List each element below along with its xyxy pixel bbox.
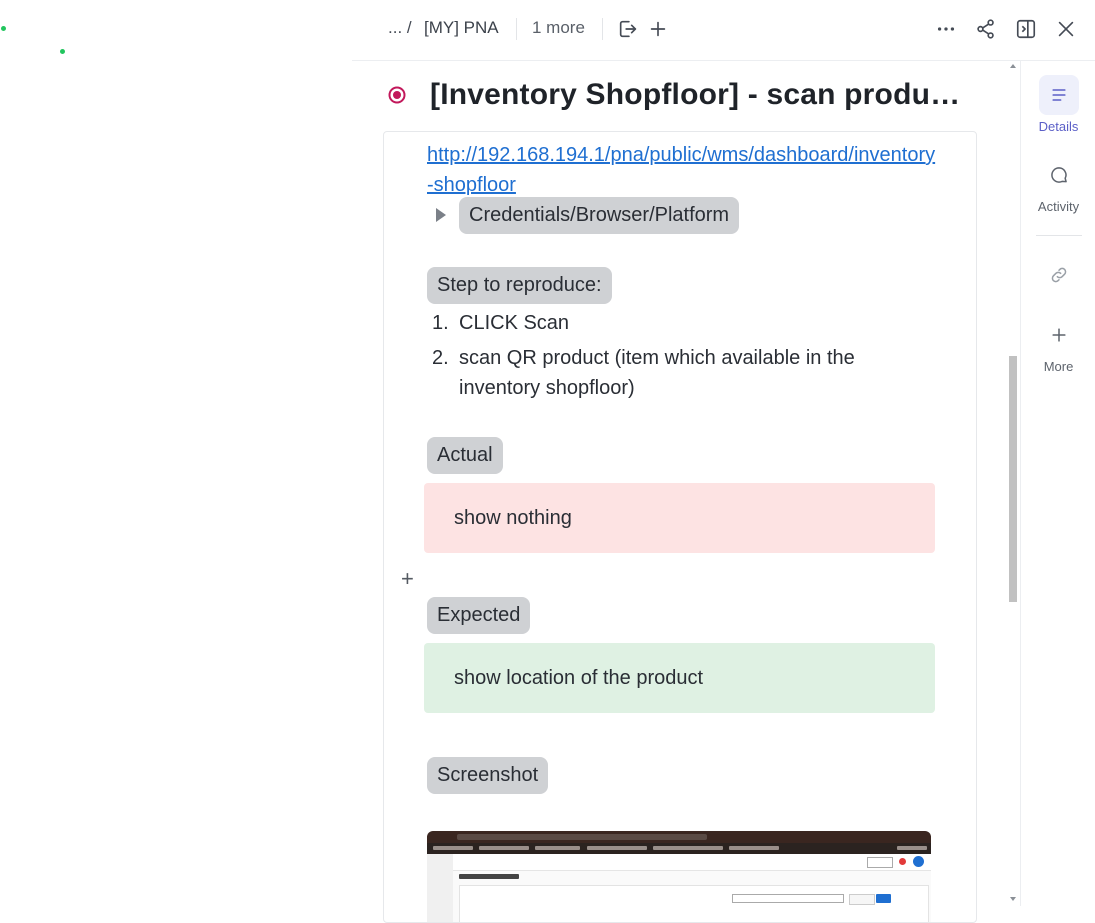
split-view-icon[interactable] (1013, 16, 1039, 42)
screenshot-image[interactable] (427, 831, 931, 922)
breadcrumb-ellipsis[interactable]: ... / (388, 18, 412, 38)
actual-heading: Actual (427, 437, 503, 474)
thumb-sidebar (427, 854, 453, 922)
rail-activity[interactable]: Activity (1021, 155, 1095, 214)
rail-links[interactable] (1021, 255, 1095, 295)
breadcrumb-more[interactable]: 1 more (532, 18, 585, 38)
scrollbar-thumb[interactable] (1009, 356, 1017, 602)
list-item: 1. CLICK Scan (432, 308, 932, 338)
right-rail: Details Activity More (1020, 60, 1095, 906)
thumb-bookmark (897, 846, 927, 850)
thumb-badge (899, 858, 906, 865)
thumb-avatar (913, 856, 924, 867)
left-blank-area (0, 0, 352, 906)
description-link[interactable]: http://192.168.194.1/pna/public/wms/dash… (427, 140, 937, 200)
list-number: 1. (432, 312, 449, 334)
thumb-bookmark (535, 846, 580, 850)
rail-details[interactable]: Details (1021, 75, 1095, 134)
thumb-header (453, 854, 931, 871)
expected-callout: show location of the product (424, 643, 935, 713)
close-icon[interactable] (1053, 16, 1079, 42)
steps-list: 1. CLICK Scan 2. scan QR product (item w… (432, 308, 932, 408)
thumb-toggle (867, 857, 893, 868)
link-icon (1039, 255, 1079, 295)
task-title[interactable]: [Inventory Shopfloor] - scan produc... (430, 78, 970, 112)
thumb-bookmark (729, 846, 779, 850)
thumb-input (732, 894, 844, 903)
toggle-arrow-icon[interactable] (436, 208, 446, 222)
plus-icon (1039, 315, 1079, 355)
breadcrumb-list[interactable]: [MY] PNA (424, 18, 499, 38)
thumb-bookmark (587, 846, 647, 850)
screenshot-heading: Screenshot (427, 757, 549, 794)
rail-divider (1036, 235, 1082, 236)
task-panel: ... / [MY] PNA 1 more [Inventory Shopflo… (352, 0, 1095, 923)
toggle-label: Credentials/Browser/Platform (459, 197, 740, 234)
move-icon[interactable] (615, 16, 641, 42)
thumb-url (457, 834, 707, 840)
add-block-icon[interactable]: + (401, 568, 414, 590)
list-text: CLICK Scan (459, 312, 570, 334)
description-box[interactable]: http://192.168.194.1/pna/public/wms/dash… (383, 131, 977, 923)
divider (602, 18, 603, 40)
activity-icon (1039, 155, 1079, 195)
scrollbar[interactable] (1006, 60, 1020, 906)
more-horizontal-icon[interactable] (933, 16, 959, 42)
thumb-title (459, 874, 519, 879)
green-dot (60, 49, 65, 54)
thumb-button (849, 894, 875, 905)
list-text: scan QR product (item which available in… (459, 347, 855, 399)
status-icon[interactable] (388, 86, 406, 104)
actual-callout: show nothing (424, 483, 935, 553)
thumb-button (876, 894, 891, 903)
rail-activity-label: Activity (1037, 199, 1080, 214)
share-icon[interactable] (973, 16, 999, 42)
rail-details-label: Details (1038, 119, 1079, 134)
scroll-down-icon[interactable] (1010, 897, 1016, 901)
green-dot (1, 26, 6, 31)
expected-heading: Expected (427, 597, 531, 634)
details-icon (1038, 75, 1079, 115)
plus-icon[interactable] (645, 16, 671, 42)
scroll-up-icon[interactable] (1010, 64, 1016, 68)
top-bar: ... / [MY] PNA 1 more (352, 0, 1095, 61)
rail-more-label: More (1043, 359, 1074, 374)
thumb-bookmark (433, 846, 473, 850)
thumb-bookmark (479, 846, 529, 850)
rail-more[interactable]: More (1021, 315, 1095, 374)
list-number: 2. (432, 347, 449, 369)
divider (516, 18, 517, 40)
steps-heading: Step to reproduce: (427, 267, 612, 304)
thumb-bookmark (653, 846, 723, 850)
list-item: 2. scan QR product (item which available… (432, 343, 932, 403)
